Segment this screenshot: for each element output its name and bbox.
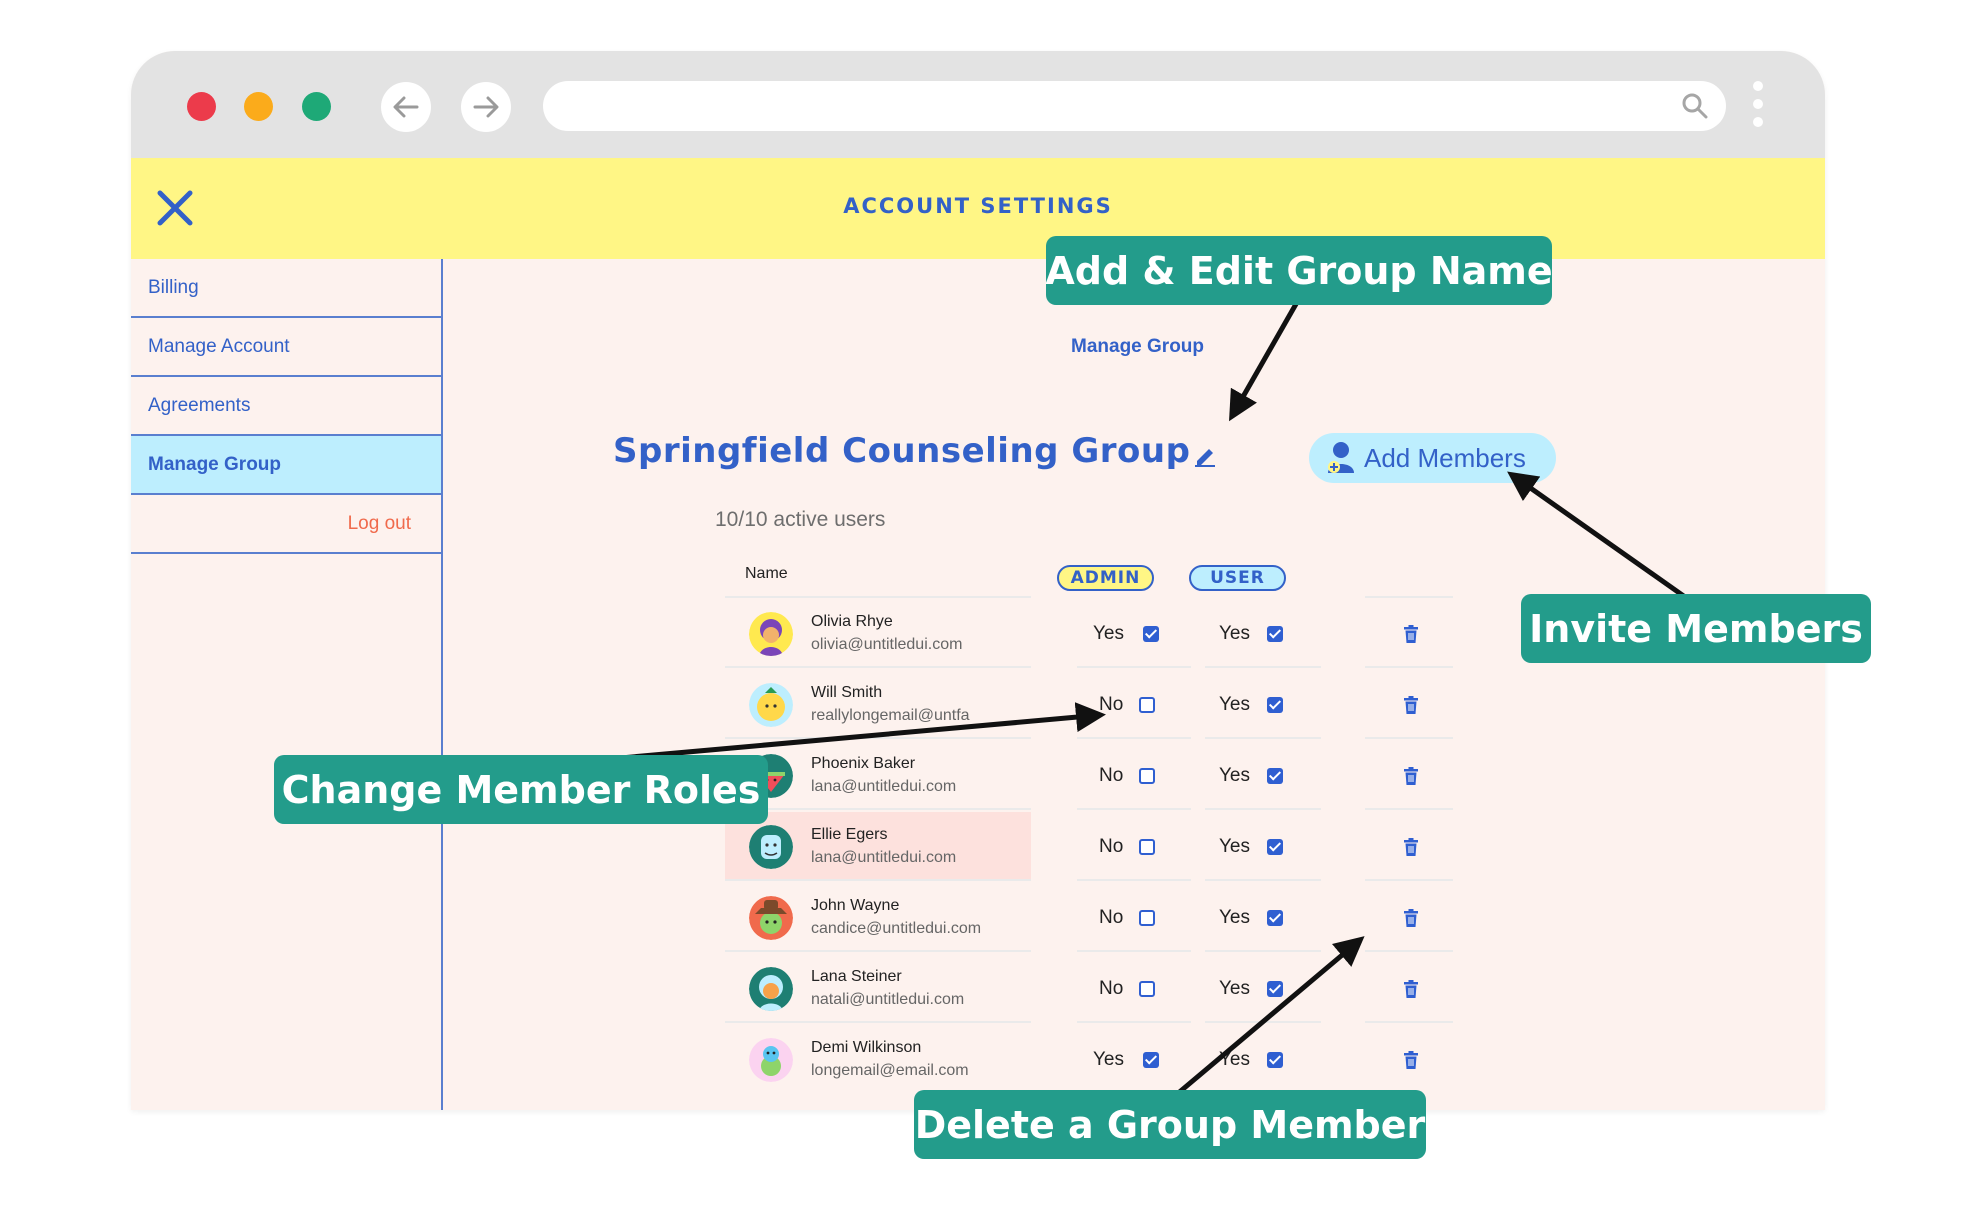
callout-change-roles: Change Member Roles (274, 755, 768, 824)
callout-edit-group-name: Add & Edit Group Name (1045, 236, 1553, 305)
callout-delete-member: Delete a Group Member (914, 1090, 1426, 1159)
callout-invite-members: Invite Members (1521, 594, 1871, 663)
arrow-invite (1507, 471, 1697, 607)
arrow-delete (1168, 936, 1365, 1102)
arrow-edit-name (1229, 295, 1303, 422)
